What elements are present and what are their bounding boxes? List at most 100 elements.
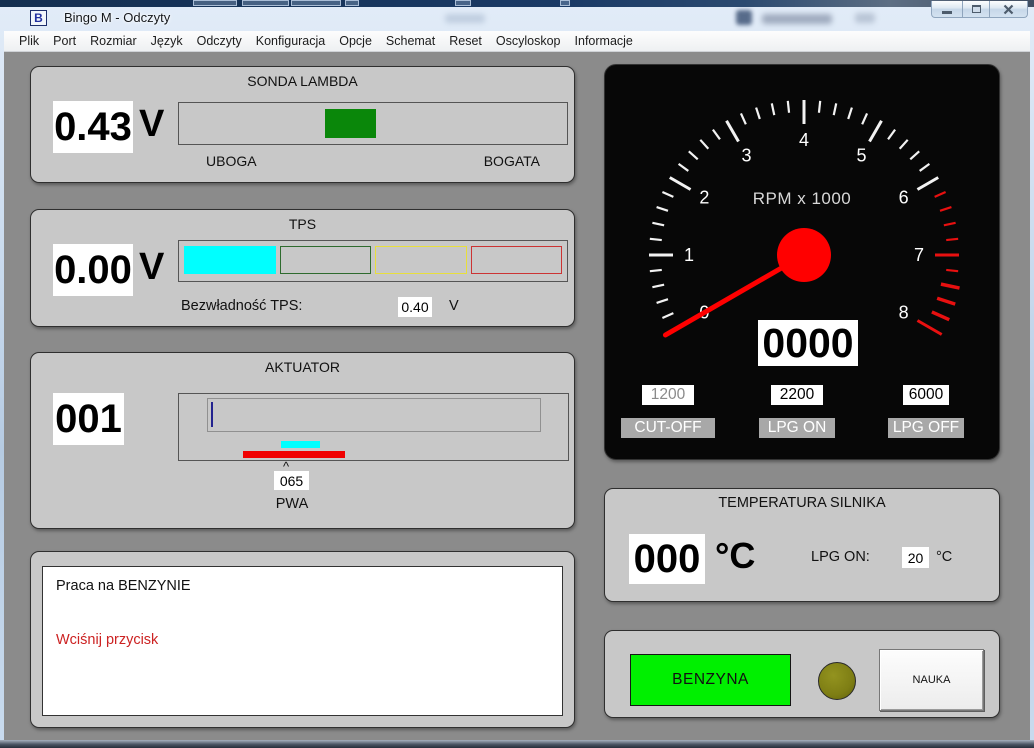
- lambda-unit: V: [139, 103, 164, 146]
- lambda-scale-labels: UBOGA BOGATA: [178, 153, 568, 169]
- minimize-icon: [942, 11, 952, 14]
- tps-segment-4: [471, 246, 563, 274]
- tps-segment-2: [280, 246, 372, 274]
- tps-inertia-unit: V: [449, 298, 459, 314]
- svg-text:5: 5: [856, 145, 866, 165]
- background-tab: [345, 0, 359, 6]
- actuator-red-marker: [243, 451, 345, 458]
- tps-inertia-field[interactable]: 0.40: [398, 297, 432, 317]
- window-bottom-border: [0, 740, 1034, 748]
- fuel-mode-button[interactable]: BENZYNA: [630, 654, 791, 706]
- svg-text:1: 1: [684, 245, 694, 265]
- glass-blur-artifact: [762, 14, 832, 24]
- actuator-pwa-label: PWA: [274, 496, 310, 512]
- lpg-on-temp-field[interactable]: 20: [902, 547, 929, 568]
- svg-text:3: 3: [741, 145, 751, 165]
- lpg-off-rpm-field[interactable]: 6000: [903, 385, 949, 405]
- actuator-pwa-value: 065: [274, 471, 309, 490]
- actuator-value-display: 001: [53, 393, 124, 445]
- menu-schemat[interactable]: Schemat: [379, 32, 442, 50]
- tps-panel: TPS 0.00 V Bezwładność TPS: 0.40 V: [30, 209, 575, 327]
- status-led: [818, 662, 856, 700]
- tps-segment-3: [375, 246, 467, 274]
- actuator-progress-bar: [207, 398, 541, 432]
- menu-oscyloskop[interactable]: Oscyloskop: [489, 32, 568, 50]
- temperature-panel: TEMPERATURA SILNIKA 000 °C LPG ON: 20 °C: [604, 488, 1000, 602]
- message-panel: Praca na BENZYNIE Wciśnij przycisk: [30, 551, 575, 728]
- rpm-threshold-cutoff: 1200 CUT-OFF: [621, 385, 715, 438]
- lpg-off-label: LPG OFF: [888, 418, 964, 438]
- actuator-title: AKTUATOR: [31, 359, 574, 375]
- app-icon: B: [30, 10, 47, 26]
- cutoff-label: CUT-OFF: [621, 418, 715, 438]
- tps-value-display: 0.00: [53, 244, 133, 296]
- menu-bar: Plik Port Rozmiar Język Odczyty Konfigur…: [4, 31, 1030, 52]
- lambda-panel: SONDA LAMBDA 0.43 V UBOGA BOGATA: [30, 66, 575, 183]
- actuator-panel: AKTUATOR 001 ^ 065 PWA: [30, 352, 575, 529]
- actuator-cyan-marker: [281, 441, 320, 448]
- background-tab: [455, 0, 471, 6]
- lambda-lean-label: UBOGA: [206, 153, 257, 169]
- maximize-button[interactable]: [963, 1, 990, 18]
- rpm-threshold-lpg-on: 2200 LPG ON: [759, 385, 835, 438]
- menu-odczyty[interactable]: Odczyty: [190, 32, 249, 50]
- rpm-threshold-lpg-off: 6000 LPG OFF: [888, 385, 964, 438]
- menu-rozmiar[interactable]: Rozmiar: [83, 32, 144, 50]
- message-area: Praca na BENZYNIE Wciśnij przycisk: [42, 566, 563, 716]
- background-tab: [560, 0, 570, 6]
- tps-unit: V: [139, 246, 164, 289]
- background-tab: [242, 0, 289, 6]
- temperature-unit: °C: [715, 535, 755, 577]
- window-title: Bingo M - Odczyty: [64, 10, 170, 25]
- temperature-title: TEMPERATURA SILNIKA: [605, 495, 999, 511]
- cutoff-rpm-field[interactable]: 1200: [642, 385, 694, 405]
- background-tab: [193, 0, 237, 6]
- client-area: SONDA LAMBDA 0.43 V UBOGA BOGATA TPS 0.0…: [4, 52, 1030, 740]
- temperature-value-display: 000: [629, 534, 705, 584]
- rpm-gauge-panel: 012345678 RPM x 1000 0000 1200 CUT-OFF 2…: [604, 64, 1000, 460]
- lpg-on-label: LPG ON: [759, 418, 835, 438]
- actuator-cursor: [211, 402, 213, 427]
- svg-text:7: 7: [914, 245, 924, 265]
- maximize-icon: [972, 5, 981, 13]
- tps-inertia-label: Bezwładność TPS:: [181, 298, 302, 314]
- background-tab: [291, 0, 341, 6]
- close-button[interactable]: [990, 1, 1028, 18]
- lambda-title: SONDA LAMBDA: [31, 73, 574, 89]
- close-icon: [1003, 4, 1014, 15]
- lambda-value-display: 0.43: [53, 101, 133, 153]
- fuel-panel: BENZYNA NAUKA: [604, 630, 1000, 718]
- lambda-bar: [178, 102, 568, 145]
- svg-text:4: 4: [799, 130, 809, 150]
- lpg-on-temp-label: LPG ON:: [811, 549, 870, 565]
- menu-jezyk[interactable]: Język: [144, 32, 190, 50]
- title-bar: B Bingo M - Odczyty: [0, 7, 1034, 31]
- actuator-bar-container: [178, 393, 569, 461]
- window-controls: [931, 1, 1028, 18]
- menu-konfiguracja[interactable]: Konfiguracja: [249, 32, 333, 50]
- menu-port[interactable]: Port: [46, 32, 83, 50]
- lambda-rich-label: BOGATA: [484, 153, 540, 169]
- tps-segment-1: [184, 246, 276, 274]
- app-window: B Bingo M - Odczyty Plik Port Rozmiar Ję…: [0, 0, 1034, 748]
- glass-blur-artifact: [445, 14, 485, 23]
- rpm-gauge-label: RPM x 1000: [605, 189, 999, 209]
- message-status: Praca na BENZYNIE: [56, 578, 549, 594]
- message-prompt: Wciśnij przycisk: [56, 632, 549, 648]
- background-window-strip: [0, 0, 1034, 7]
- glass-blur-artifact: [855, 13, 875, 23]
- tps-bar: [178, 240, 568, 282]
- rpm-digital-display: 0000: [758, 320, 858, 366]
- menu-informacje[interactable]: Informacje: [568, 32, 640, 50]
- minimize-button[interactable]: [931, 1, 963, 18]
- lpg-on-rpm-field[interactable]: 2200: [771, 385, 823, 405]
- glass-blur-artifact: [736, 10, 752, 25]
- menu-reset[interactable]: Reset: [442, 32, 489, 50]
- menu-opcje[interactable]: Opcje: [332, 32, 379, 50]
- tps-title: TPS: [31, 216, 574, 232]
- learn-button[interactable]: NAUKA: [879, 649, 984, 711]
- lpg-on-temp-unit: °C: [936, 549, 952, 565]
- svg-text:8: 8: [899, 303, 909, 323]
- lambda-indicator: [325, 109, 376, 138]
- menu-plik[interactable]: Plik: [12, 32, 46, 50]
